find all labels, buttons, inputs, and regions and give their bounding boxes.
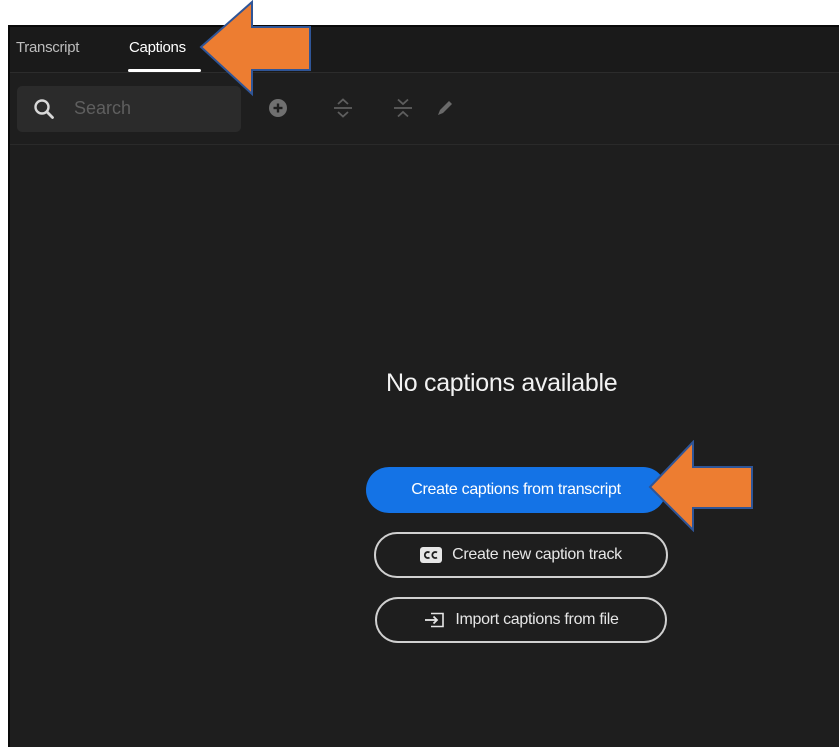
collapse-icon[interactable] [390, 95, 416, 121]
cc-icon [420, 547, 443, 563]
create-new-caption-track-label: Create new caption track [452, 546, 622, 563]
empty-state-message: No captions available [386, 369, 618, 397]
tab-transcript[interactable]: Transcript [16, 39, 79, 56]
import-icon [425, 612, 445, 628]
tab-captions[interactable]: Captions [129, 39, 186, 56]
import-captions-button[interactable]: Import captions from file [375, 597, 667, 643]
annotation-arrow-captions-tab [199, 0, 311, 97]
edit-icon[interactable] [432, 95, 458, 121]
expand-icon[interactable] [330, 95, 356, 121]
captions-toolbar: Search [10, 73, 839, 145]
captions-panel: Transcript Captions Search No captions a… [8, 25, 839, 747]
screenshot-frame: Transcript Captions Search No captions a… [0, 0, 839, 747]
search-icon [34, 99, 54, 119]
tab-bar: Transcript Captions [10, 27, 839, 73]
create-new-caption-track-button[interactable]: Create new caption track [374, 532, 668, 578]
active-tab-indicator [128, 69, 201, 72]
annotation-arrow-create-button [648, 440, 753, 532]
create-captions-from-transcript-button[interactable]: Create captions from transcript [366, 467, 666, 513]
import-captions-label: Import captions from file [455, 611, 619, 628]
search-placeholder: Search [74, 98, 132, 118]
create-captions-from-transcript-label: Create captions from transcript [411, 481, 621, 498]
